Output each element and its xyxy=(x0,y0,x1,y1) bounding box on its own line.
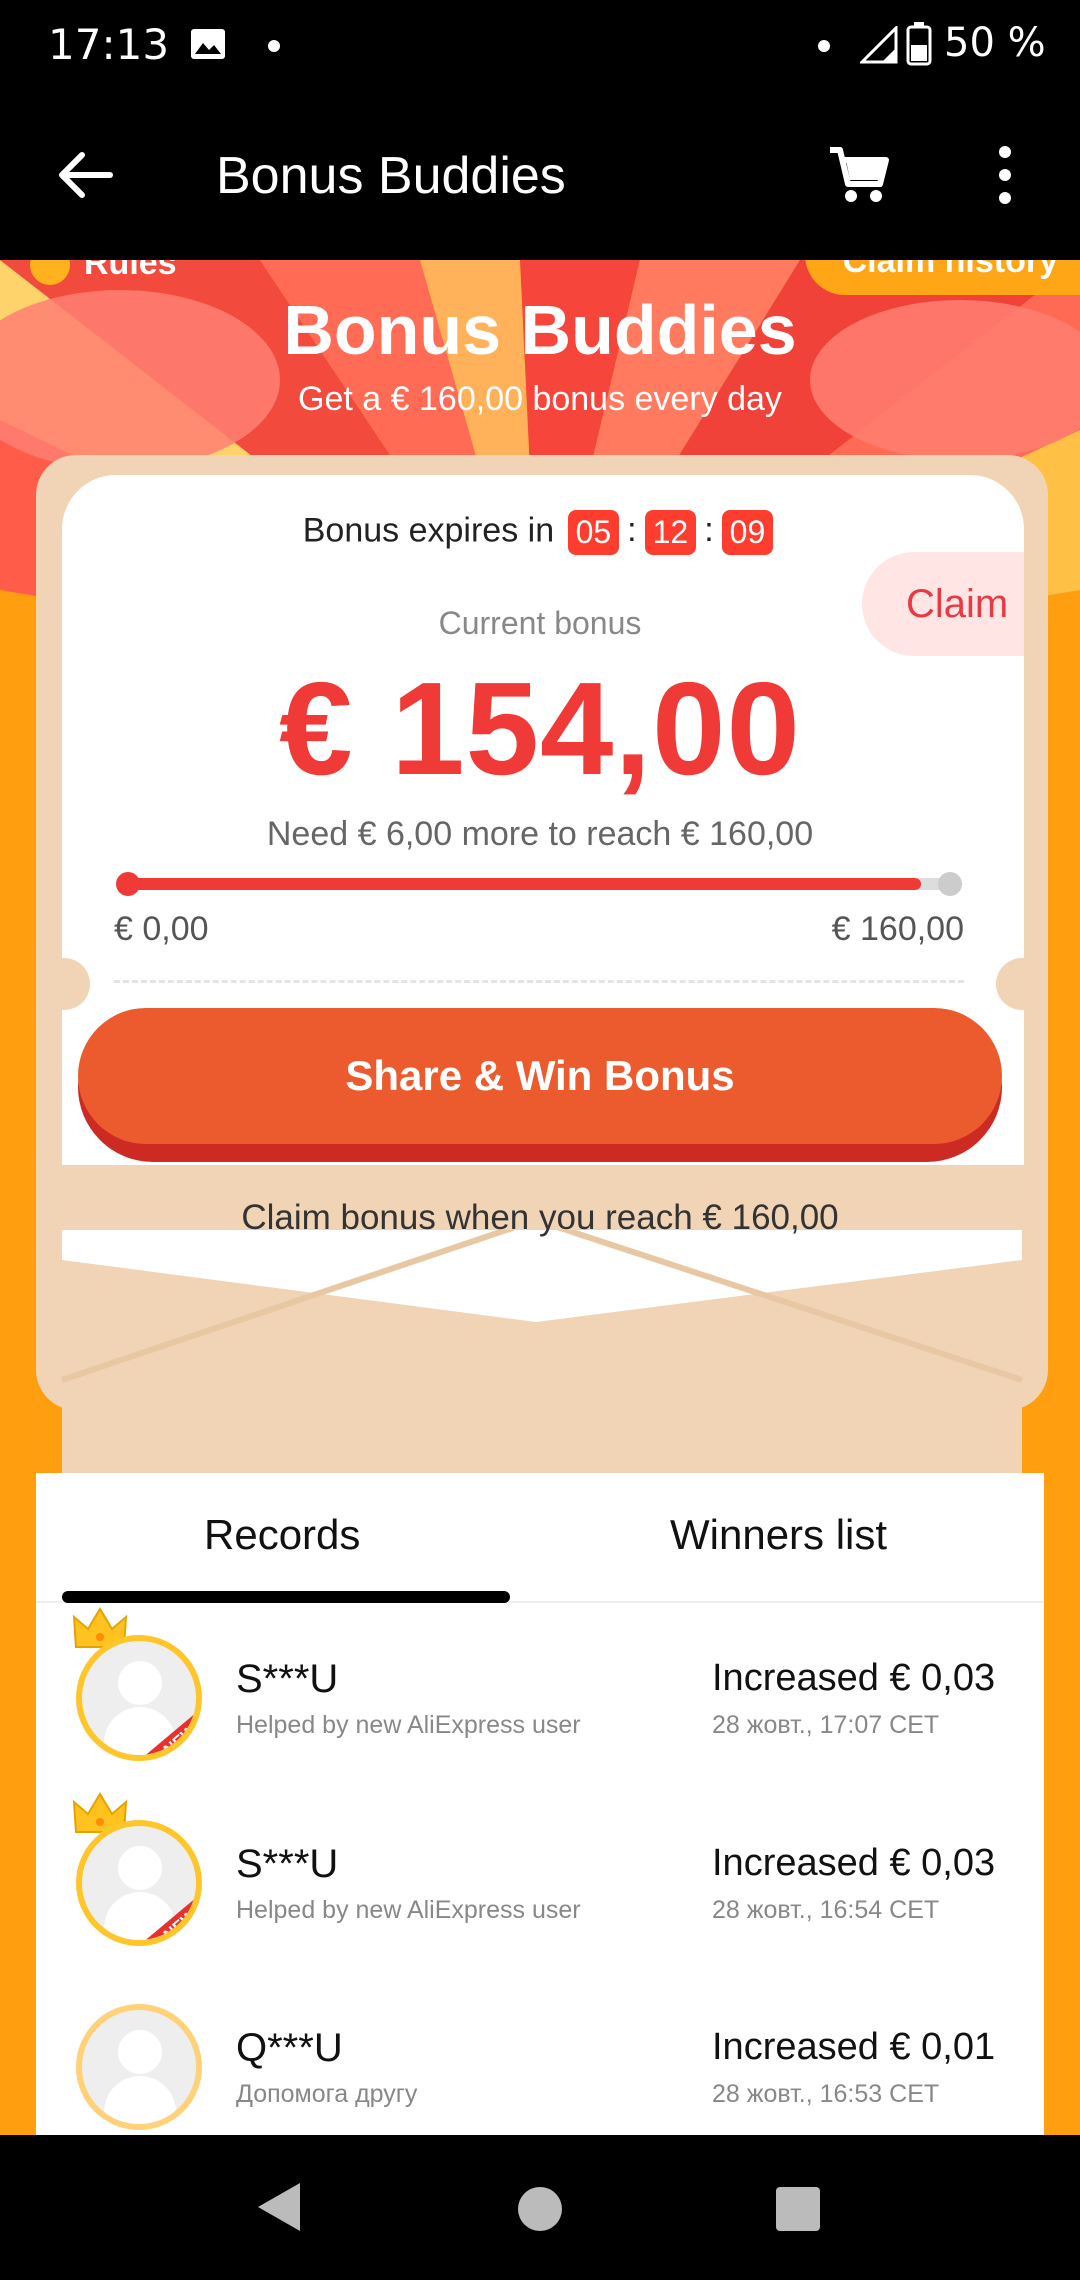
record-increase: Increased € 0,01 xyxy=(712,2026,996,2068)
record-name: S***U xyxy=(236,1657,339,1701)
record-description: Helped by new AliExpress user xyxy=(236,1711,581,1739)
back-arrow-icon[interactable] xyxy=(50,140,120,210)
expires-label: Bonus expires in xyxy=(302,511,555,550)
timer-separator: : xyxy=(627,511,637,550)
status-bar: 17:13 50 % xyxy=(0,0,1080,90)
record-increase: Increased € 0,03 xyxy=(712,1657,996,1699)
status-time: 17:13 xyxy=(48,20,170,69)
record-description: Helped by new AliExpress user xyxy=(236,1896,581,1924)
progress-fill xyxy=(126,878,922,890)
tab-winners-list[interactable]: Winners list xyxy=(670,1511,887,1559)
timer-separator: : xyxy=(704,511,714,550)
app-bar: Bonus Buddies xyxy=(0,90,1080,260)
cart-icon[interactable] xyxy=(826,142,892,208)
page-title: Bonus Buddies xyxy=(216,147,566,205)
rules-link[interactable]: Rules xyxy=(30,260,177,286)
hero-subtitle: Get a € 160,00 bonus every day xyxy=(298,380,782,418)
record-name: S***U xyxy=(236,1842,339,1886)
share-win-bonus-button[interactable]: Share & Win Bonus xyxy=(78,1008,1002,1144)
more-options-icon[interactable] xyxy=(990,140,1020,210)
main-content: Rules Claim history Bonus Buddies Get a … xyxy=(0,260,1080,2135)
record-date: 28 жовт., 16:54 CET xyxy=(712,1896,940,1924)
timer-minutes: 12 xyxy=(644,510,697,555)
record-date: 28 жовт., 16:53 CET xyxy=(712,2080,940,2108)
signal-icon xyxy=(860,26,898,64)
avatar xyxy=(76,2004,202,2130)
record-name: Q***U xyxy=(236,2026,343,2070)
image-notification-icon xyxy=(191,29,225,59)
avatar: NEW xyxy=(76,1635,202,1761)
active-tab-indicator xyxy=(62,1591,510,1603)
record-increase: Increased € 0,03 xyxy=(712,1842,996,1884)
ticket-notch-left xyxy=(38,958,90,1010)
current-bonus-amount: € 154,00 xyxy=(279,655,801,802)
current-bonus-label: Current bonus xyxy=(438,605,642,641)
progress-max-label: € 160,00 xyxy=(831,910,964,948)
timer-seconds: 09 xyxy=(721,510,774,555)
status-dot-icon xyxy=(818,40,830,52)
nav-back-icon[interactable] xyxy=(256,2181,302,2233)
info-icon xyxy=(30,260,70,286)
list-item[interactable]: NEW S***U Helped by new AliExpress user … xyxy=(36,1605,1044,1789)
tab-records[interactable]: Records xyxy=(204,1511,360,1559)
progress-min-label: € 0,00 xyxy=(114,910,209,948)
list-item[interactable]: Q***U Допомога другу Increased € 0,01 28… xyxy=(36,1974,1044,2135)
record-date: 28 жовт., 17:07 CET xyxy=(712,1711,940,1739)
avatar: NEW xyxy=(76,1820,202,1946)
avatar-head xyxy=(118,1846,162,1890)
nav-home-icon[interactable] xyxy=(518,2187,562,2231)
expires-row: Bonus expires in 05:12:09 xyxy=(0,510,1080,555)
rules-label: Rules xyxy=(84,260,177,282)
bonus-progress-bar xyxy=(116,872,962,896)
hero-title: Bonus Buddies xyxy=(283,291,797,369)
tabs: Records Winners list xyxy=(36,1473,1044,1603)
record-description: Допомога другу xyxy=(236,2080,418,2108)
ticket-notch-right xyxy=(996,958,1048,1010)
list-item[interactable]: NEW S***U Helped by new AliExpress user … xyxy=(36,1790,1044,1974)
progress-start-knob xyxy=(116,872,140,896)
nav-recents-icon[interactable] xyxy=(776,2187,820,2231)
dashed-divider xyxy=(114,980,964,983)
battery-percent: 50 % xyxy=(944,20,1046,66)
avatar-body xyxy=(104,2076,176,2124)
avatar-head xyxy=(118,1661,162,1705)
timer-hours: 05 xyxy=(567,510,620,555)
system-nav-bar xyxy=(0,2135,1080,2280)
records-card: Records Winners list NEW S***U Helped by… xyxy=(36,1473,1044,2135)
progress-end-knob xyxy=(938,872,962,896)
need-more-text: Need € 6,00 more to reach € 160,00 xyxy=(266,815,814,853)
notification-dot-icon xyxy=(268,40,280,52)
claim-hint-text: Claim bonus when you reach € 160,00 xyxy=(241,1198,839,1237)
avatar-head xyxy=(118,2030,162,2074)
battery-icon xyxy=(906,22,932,66)
